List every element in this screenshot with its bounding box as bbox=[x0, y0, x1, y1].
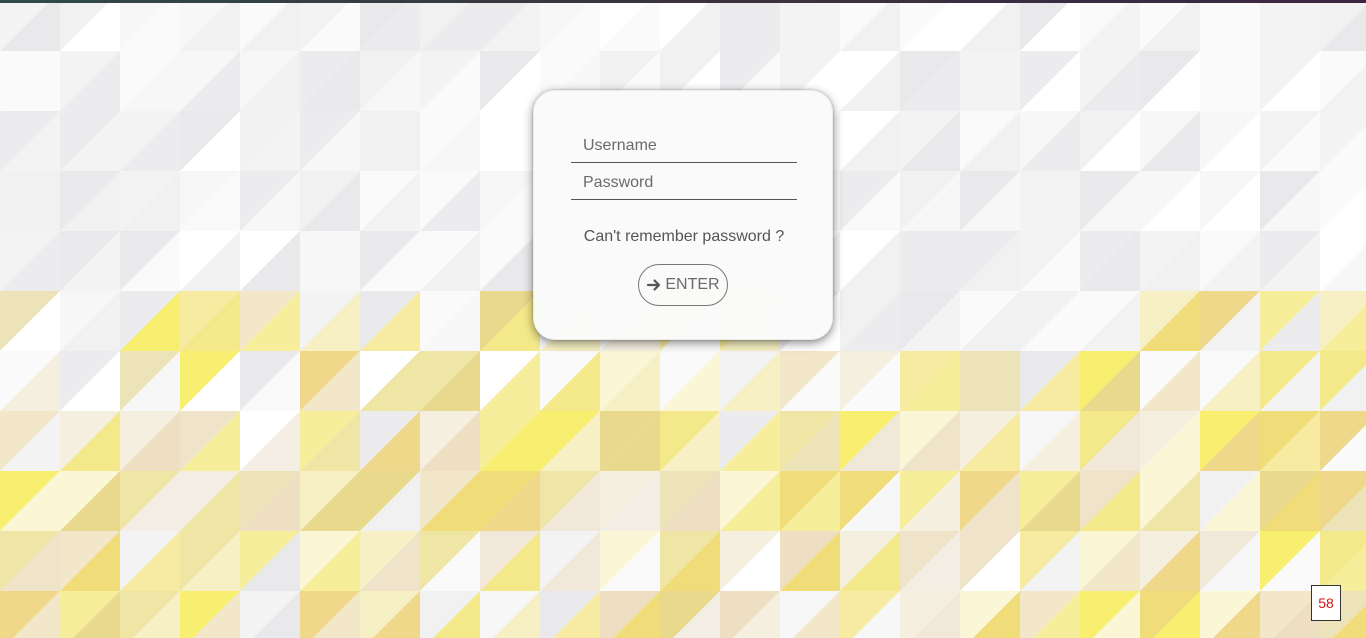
password-input[interactable] bbox=[571, 166, 797, 200]
page-number-badge: 58 bbox=[1311, 585, 1341, 621]
login-card: Can't remember password ? ENTER bbox=[533, 90, 833, 340]
forgot-password-link[interactable]: Can't remember password ? bbox=[534, 228, 834, 246]
enter-label: ENTER bbox=[665, 276, 720, 293]
enter-button[interactable]: ENTER bbox=[638, 264, 728, 306]
arrow-right-icon bbox=[646, 277, 662, 293]
username-input[interactable] bbox=[571, 129, 797, 163]
